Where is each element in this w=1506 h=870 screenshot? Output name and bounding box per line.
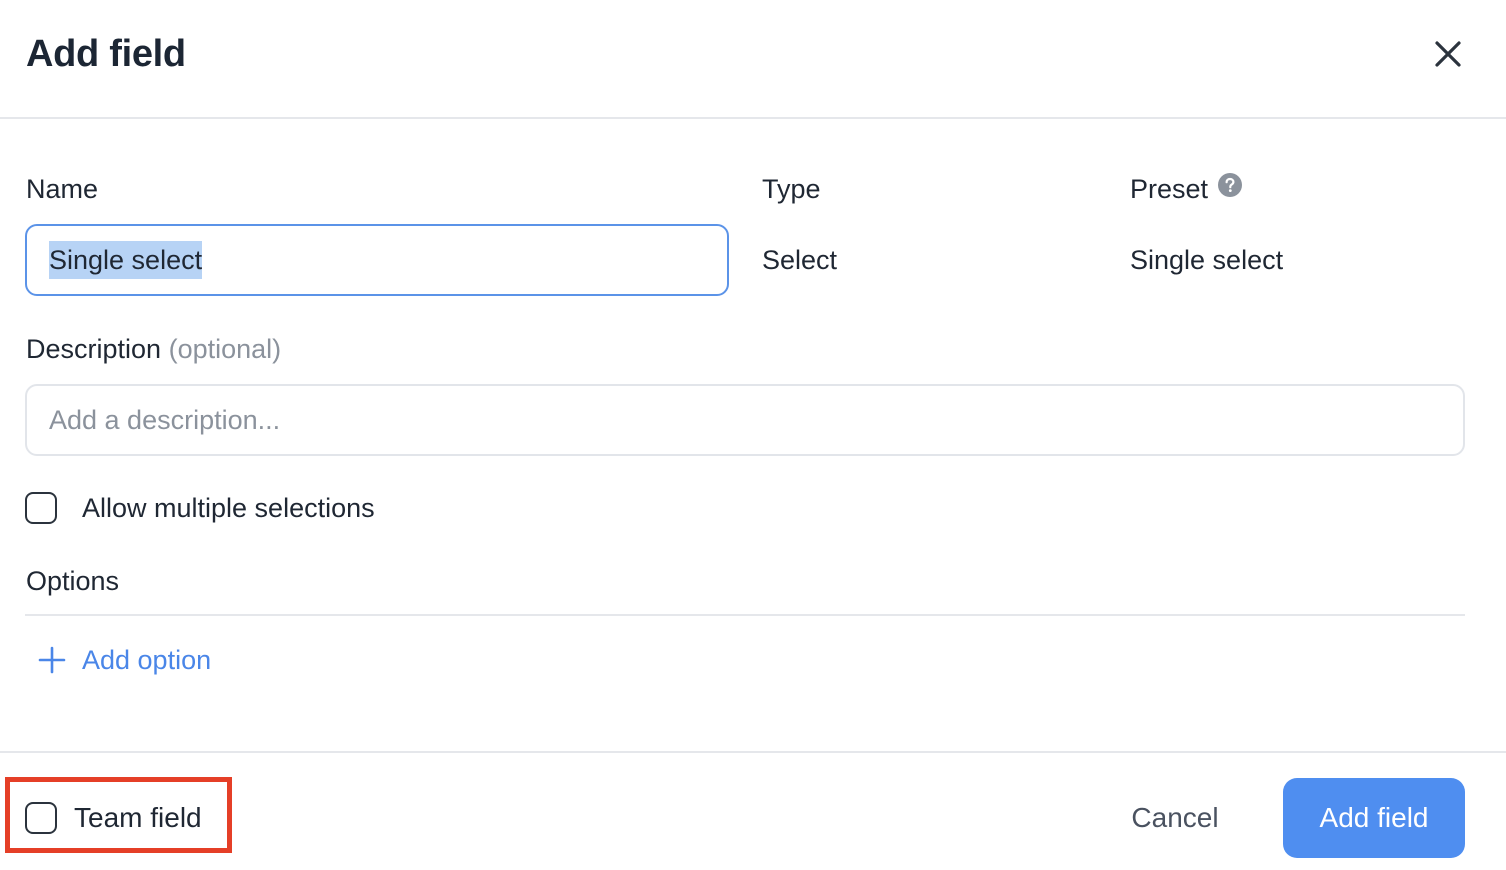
dialog-title: Add field [26, 33, 186, 75]
name-label: Name [26, 174, 99, 204]
add-field-button[interactable]: Add field [1283, 778, 1465, 858]
options-divider [25, 614, 1465, 616]
team-field-checkbox[interactable] [25, 802, 57, 834]
type-value: Select [762, 245, 838, 275]
question-circle-icon [1218, 173, 1243, 198]
description-label-group: Description (optional) [26, 332, 281, 366]
team-field-label[interactable]: Team field [74, 801, 202, 835]
footer-divider [0, 751, 1506, 753]
plus-icon [38, 646, 66, 674]
close-button[interactable] [1428, 34, 1468, 74]
description-optional-hint: (optional) [168, 334, 282, 364]
allow-multiple-checkbox[interactable] [25, 492, 57, 524]
options-label: Options [26, 566, 120, 596]
help-icon[interactable] [1218, 171, 1243, 205]
description-input[interactable] [25, 384, 1465, 456]
preset-label-group: Preset [1130, 171, 1243, 206]
name-input-value: Single select [49, 241, 203, 279]
add-option-button[interactable]: Add option [38, 643, 211, 677]
add-option-label: Add option [82, 645, 212, 675]
cancel-button[interactable]: Cancel [1110, 790, 1240, 846]
allow-multiple-label[interactable]: Allow multiple selections [82, 491, 375, 525]
dialog-header: Add field [0, 0, 1506, 119]
preset-label: Preset [1130, 174, 1209, 204]
description-label: Description [26, 334, 162, 364]
close-icon [1435, 41, 1461, 67]
preset-value: Single select [1130, 245, 1284, 275]
name-input[interactable]: Single select [25, 224, 729, 296]
add-field-dialog: Add field Name Type Preset Single select… [0, 0, 1506, 870]
type-label: Type [762, 174, 821, 204]
